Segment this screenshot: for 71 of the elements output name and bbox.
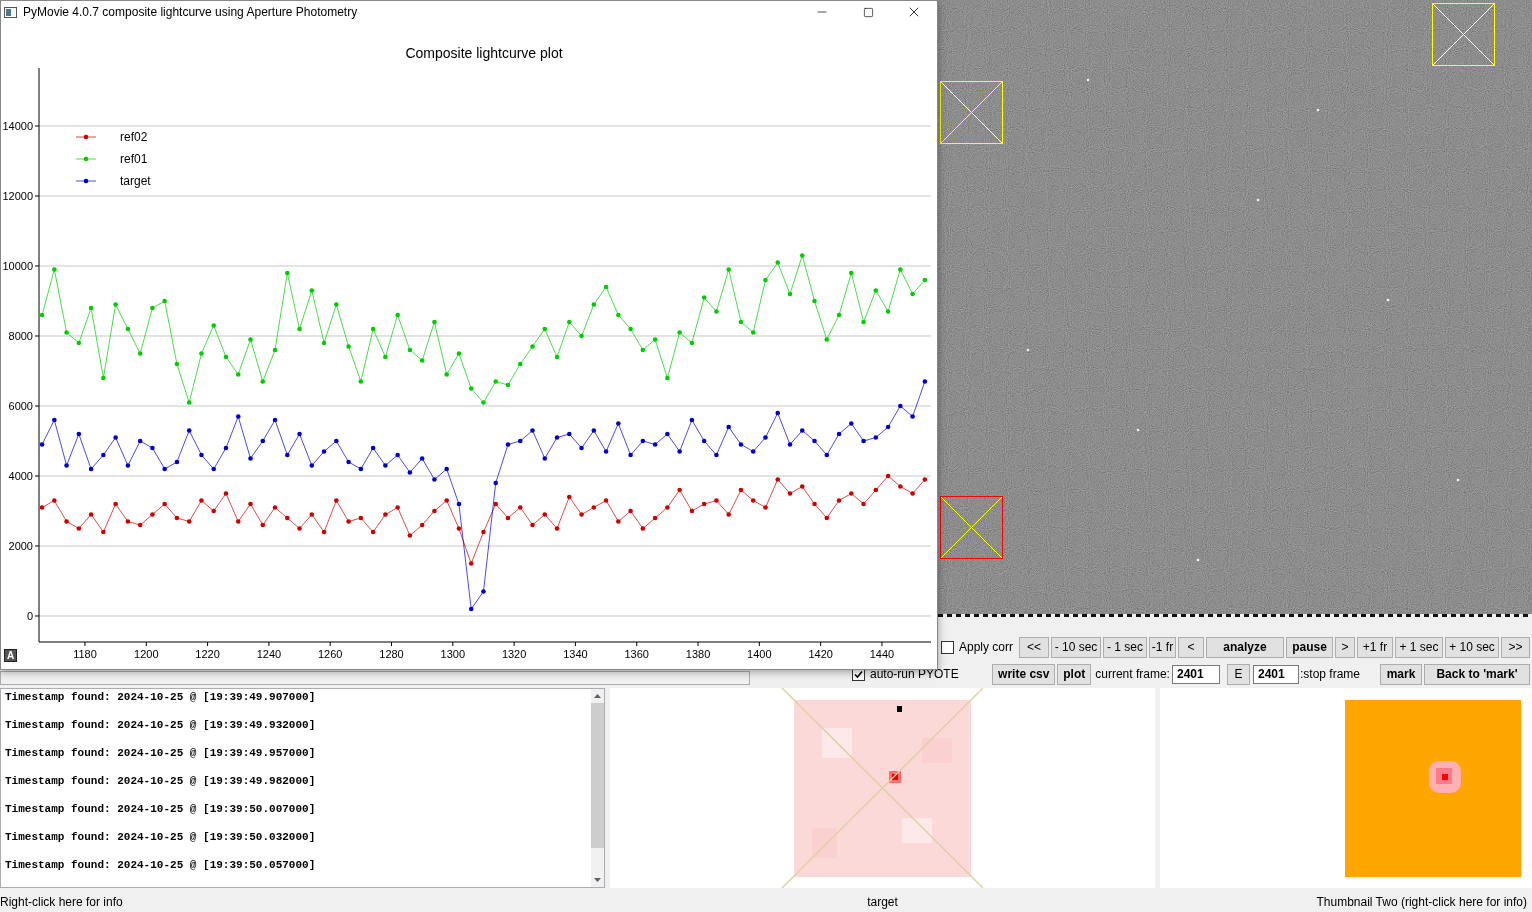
toolbar-button[interactable]: - 10 sec: [1051, 636, 1101, 658]
toolbar-button[interactable]: mark: [1380, 663, 1422, 685]
toolbar-button[interactable]: - 1 sec: [1103, 636, 1147, 658]
axis-tick-label: 4000: [8, 470, 33, 482]
input-field[interactable]: 2401: [1171, 664, 1220, 684]
status-label: Right-click here for info: [0, 895, 124, 909]
axis-tick-label: 12000: [2, 190, 33, 202]
scrollbar-thumb[interactable]: [591, 703, 604, 848]
checkbox[interactable]: [941, 640, 954, 654]
axis-tick-label: 1440: [869, 648, 895, 660]
axis-tick-label: 1360: [624, 648, 649, 660]
axis-tick-label: 6000: [8, 400, 33, 412]
axis-tick-label: 1420: [808, 648, 833, 660]
field-label: current frame:: [1095, 667, 1170, 681]
toolbar-button[interactable]: >>: [1501, 636, 1530, 658]
axis-tick-label: 1240: [256, 648, 282, 660]
autoscale-button[interactable]: A: [4, 649, 17, 662]
axis-tick-label: 10000: [2, 260, 33, 272]
toolbar-button[interactable]: E: [1226, 663, 1250, 685]
axis-tick-label: 8000: [8, 330, 33, 342]
axis-tick-label: 14000: [2, 120, 33, 132]
legend-marker-icon: [75, 178, 97, 184]
toolbar-button[interactable]: + 10 sec: [1445, 636, 1499, 658]
toolbar-button[interactable]: >: [1335, 636, 1355, 658]
field-label: :stop frame: [1299, 667, 1360, 681]
legend-label: ref01: [120, 152, 148, 166]
toolbar-button[interactable]: <<: [1019, 636, 1049, 658]
axis-tick-label: 2000: [8, 540, 33, 552]
axis-tick-label: 1200: [134, 648, 159, 660]
window-title: PyMovie 4.0.7 composite lightcurve using Aperture Photometry: [23, 5, 359, 19]
axis-tick-label: 1180: [73, 648, 97, 660]
status-label: Thumbnail Two (right-click here for info): [1315, 895, 1527, 909]
axis-tick-label: 0: [26, 610, 33, 622]
app-icon: [4, 6, 17, 18]
toolbar-button[interactable]: Back to 'mark': [1424, 663, 1530, 685]
axis-tick-label: 1400: [747, 648, 772, 660]
axis-tick-label: 1300: [440, 648, 466, 660]
toolbar-button[interactable]: plot: [1057, 663, 1092, 685]
log-line: Timestamp found: 2024-10-25 @ [19:39:50.032000]: [5, 830, 317, 844]
crosshair-lines: [940, 496, 1003, 559]
toolbar-button[interactable]: + 1 sec: [1395, 636, 1443, 658]
chart-title: Composite lightcurve plot: [405, 45, 563, 61]
crosshair-lines: [1432, 3, 1495, 66]
aperture-frame[interactable]: [940, 496, 1003, 559]
legend-label: ref02: [120, 130, 148, 144]
axis-tick-label: 1320: [501, 648, 527, 660]
legend-marker-icon: [75, 134, 97, 140]
axis-tick-label: 1280: [379, 648, 404, 660]
input-field[interactable]: 2401: [1252, 664, 1299, 684]
axis-tick-label: 1380: [685, 648, 711, 660]
log-line: Timestamp found: 2024-10-25 @ [19:39:49.907000]: [5, 690, 317, 704]
toolbar-button[interactable]: analyze: [1206, 636, 1284, 658]
log-line: Timestamp found: 2024-10-25 @ [19:39:49.932000]: [5, 718, 317, 732]
log-line: Timestamp found: 2024-10-25 @ [19:39:49.982000]: [5, 774, 317, 788]
legend-marker-icon: [75, 156, 97, 162]
maximize-icon: [862, 6, 874, 18]
status-label: target: [866, 895, 899, 909]
toolbar-button[interactable]: -1 fr: [1149, 636, 1176, 658]
log-line: Timestamp found: 2024-10-25 @ [19:39:50.057000]: [5, 858, 317, 872]
toolbar-button[interactable]: pause: [1286, 636, 1333, 658]
legend-label: target: [120, 174, 151, 188]
toolbar-button[interactable]: <: [1178, 636, 1204, 658]
toolbar-button[interactable]: +1 fr: [1357, 636, 1393, 658]
crosshair-lines: [940, 81, 1003, 144]
axis-tick-label: 1220: [195, 648, 220, 660]
log-line: Timestamp found: 2024-10-25 @ [19:39:50.007000]: [5, 802, 317, 816]
axis-tick-label: 1260: [317, 648, 343, 660]
checkbox-label: Apply corr: [959, 640, 1014, 654]
toolbar-button[interactable]: write csv: [992, 663, 1056, 685]
log-line: Timestamp found: 2024-10-25 @ [19:39:49.957000]: [5, 746, 317, 760]
axis-tick-label: 1340: [563, 648, 588, 660]
